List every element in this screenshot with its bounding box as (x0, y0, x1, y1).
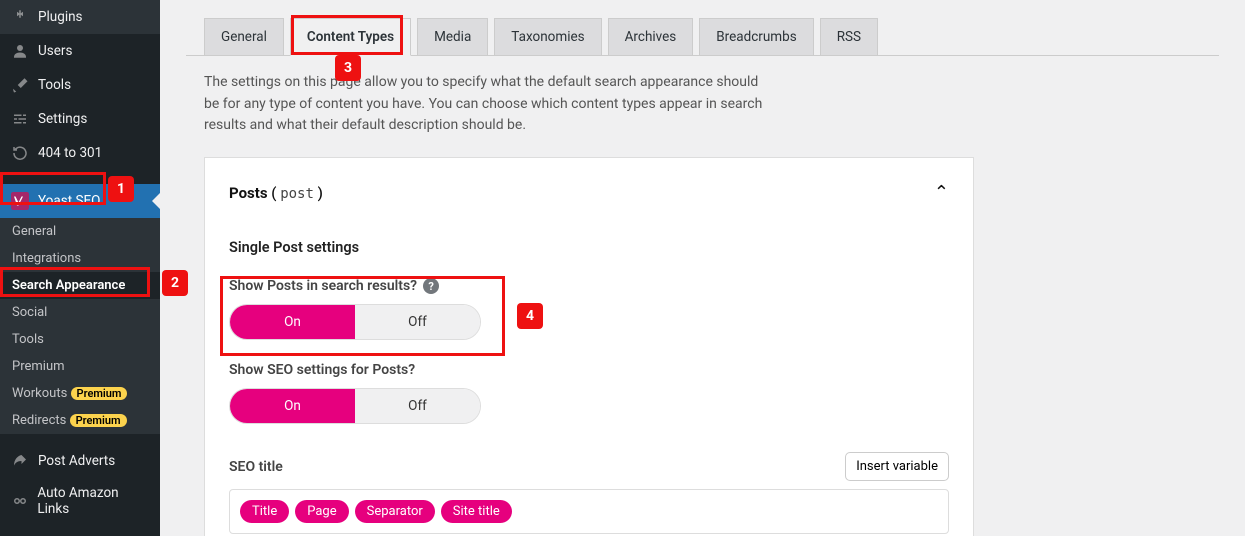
plugin-icon (10, 7, 30, 27)
premium-badge: Premium (71, 387, 128, 400)
label-seo-title: SEO title (229, 459, 283, 475)
seo-title-input[interactable]: Title Page Separator Site title (229, 489, 949, 534)
panel-header[interactable]: Posts ( post ) ⌃ (229, 182, 949, 203)
sidebar-submenu: General Integrations Search Appearance S… (0, 218, 160, 434)
annotation-number-4: 4 (517, 303, 543, 329)
submenu-search-appearance[interactable]: Search Appearance (0, 272, 160, 299)
sidebar-item-label: Auto Amazon Links (37, 485, 150, 517)
sidebar-item-label: Users (38, 43, 72, 59)
sidebar-item-label: Settings (38, 111, 87, 127)
sidebar-item-label: 404 to 301 (38, 145, 102, 161)
panel-title: Posts ( post ) (229, 184, 323, 202)
sidebar-item-yoast-seo[interactable]: Yoast SEO (0, 184, 160, 218)
submenu-general[interactable]: General (0, 218, 160, 245)
toggle-on[interactable]: On (230, 389, 355, 423)
chevron-up-icon[interactable]: ⌃ (934, 182, 949, 203)
post-type-panel: Posts ( post ) ⌃ Single Post settings Sh… (204, 157, 974, 536)
tab-general[interactable]: General (204, 18, 284, 55)
sidebar-item-label: Plugins (38, 9, 83, 25)
insert-variable-button[interactable]: Insert variable (845, 452, 949, 481)
submenu-social[interactable]: Social (0, 299, 160, 326)
toggle-off[interactable]: Off (355, 389, 480, 423)
sidebar-item-label: Workouts (12, 386, 67, 401)
tab-archives[interactable]: Archives (608, 18, 694, 55)
section-title-single-post: Single Post settings (229, 239, 949, 256)
help-icon[interactable]: ? (423, 278, 439, 294)
variable-pill-separator[interactable]: Separator (355, 500, 435, 523)
toggle-show-in-search[interactable]: On Off (229, 304, 481, 340)
submenu-integrations[interactable]: Integrations (0, 245, 160, 272)
sidebar-item-post-adverts[interactable]: Post Adverts (0, 444, 160, 478)
submenu-workouts[interactable]: Workouts Premium (0, 380, 160, 407)
user-icon (10, 41, 30, 61)
sidebar-item-users[interactable]: Users (0, 34, 160, 68)
wrench-icon (10, 75, 30, 95)
variable-pill-page[interactable]: Page (295, 500, 348, 523)
submenu-redirects[interactable]: Redirects Premium (0, 407, 160, 434)
variable-pill-site-title[interactable]: Site title (441, 500, 512, 523)
sidebar-item-label: Post Adverts (38, 453, 115, 469)
submenu-premium[interactable]: Premium (0, 353, 160, 380)
toggle-on[interactable]: On (230, 305, 355, 339)
sidebar-item-plugins[interactable]: Plugins (0, 0, 160, 34)
sidebar-item-label: Redirects (12, 413, 66, 428)
sliders-icon (10, 109, 30, 129)
annotation-number-2: 2 (162, 270, 188, 296)
premium-badge: Premium (70, 414, 127, 427)
annotation-number-3: 3 (335, 55, 361, 81)
toggle-off[interactable]: Off (355, 305, 480, 339)
intro-text: The settings on this page allow you to s… (178, 56, 798, 153)
label-show-in-search: Show Posts in search results? ? (229, 278, 949, 294)
amazon-icon (10, 491, 29, 511)
sidebar-item-404to301[interactable]: 404 to 301 (0, 136, 160, 170)
tab-media[interactable]: Media (417, 18, 488, 55)
sidebar-item-auto-amazon-links[interactable]: Auto Amazon Links (0, 478, 160, 524)
redirect-icon (10, 143, 30, 163)
tab-rss[interactable]: RSS (820, 18, 878, 55)
label-show-seo-settings: Show SEO settings for Posts? (229, 362, 949, 378)
toggle-show-seo-settings[interactable]: On Off (229, 388, 481, 424)
sidebar-item-tools[interactable]: Tools (0, 68, 160, 102)
sidebar-item-label: Yoast SEO (38, 193, 100, 209)
tab-breadcrumbs[interactable]: Breadcrumbs (699, 18, 813, 55)
post-type-slug: post (280, 186, 314, 202)
tabs-row: General Content Types Media Taxonomies A… (186, 0, 1219, 56)
sidebar-item-label: Tools (38, 77, 71, 93)
main-content: 2 General Content Types Media Taxonomies… (160, 0, 1245, 536)
tab-content-types[interactable]: Content Types (290, 18, 411, 56)
admin-sidebar: Plugins Users Tools Settings 404 to 301 … (0, 0, 160, 536)
sidebar-item-settings[interactable]: Settings (0, 102, 160, 136)
tab-taxonomies[interactable]: Taxonomies (494, 18, 601, 55)
variable-pill-title[interactable]: Title (240, 500, 289, 523)
annotation-number-1: 1 (108, 176, 134, 202)
submenu-tools[interactable]: Tools (0, 326, 160, 353)
field-text: Show SEO settings for Posts? (229, 362, 415, 378)
yoast-icon (10, 191, 30, 211)
post-type-label: Posts (229, 184, 268, 202)
field-text: Show Posts in search results? (229, 278, 417, 294)
share-icon (10, 451, 30, 471)
